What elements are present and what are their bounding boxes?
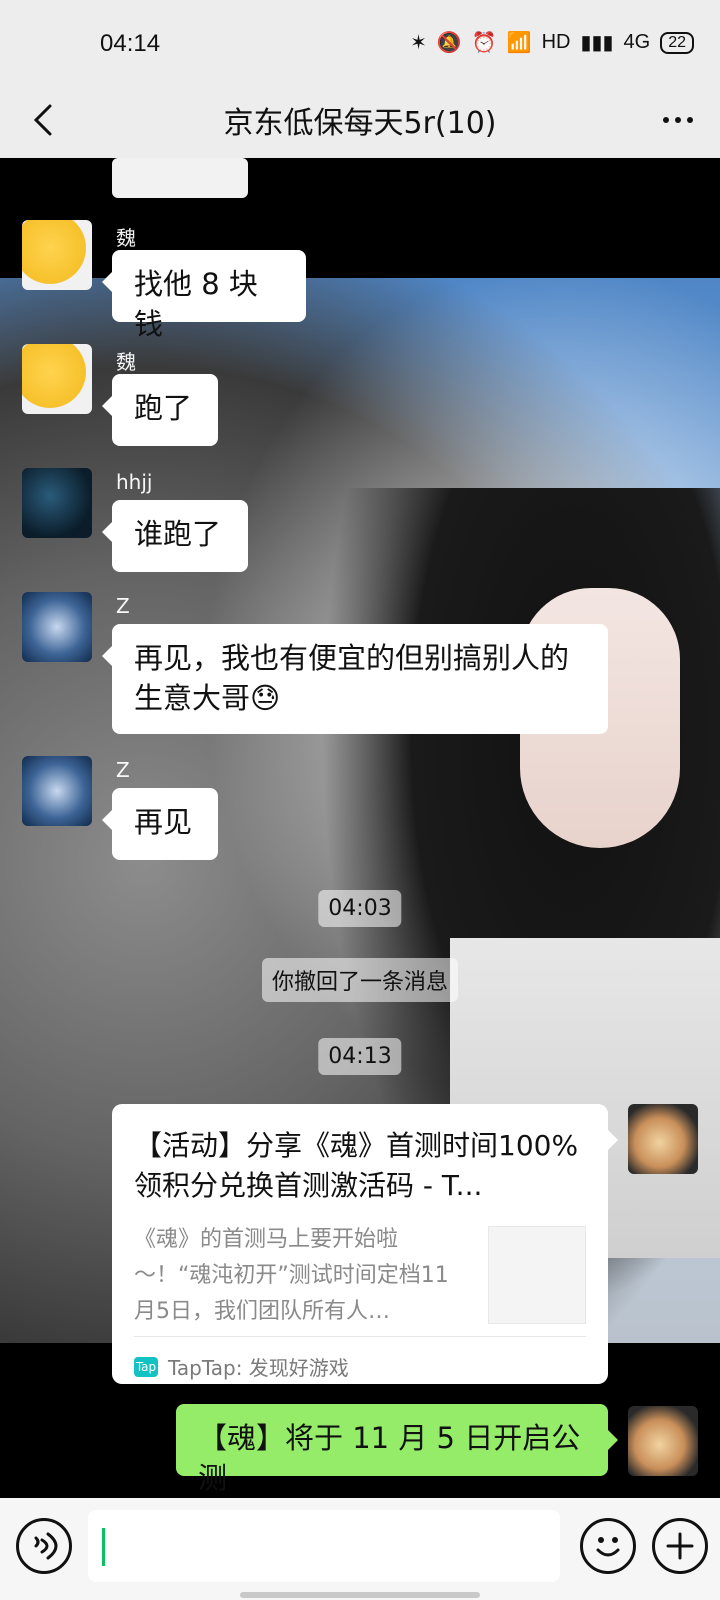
timestamp-chip: 04:03 <box>318 890 402 927</box>
status-bar: 04:14 ✶ 🔕 ⏰ 📶 HD ▮▮▮ 4G 22 <box>0 0 720 80</box>
alarm-icon: ⏰ <box>471 32 497 54</box>
message-bubble[interactable]: 【魂】将于 11 月 5 日开启公测 <box>176 1404 618 1495</box>
bluetooth-icon: ✶ <box>410 32 427 54</box>
share-card-thumbnail <box>488 1226 586 1324</box>
voice-button[interactable] <box>16 1518 72 1574</box>
plus-button[interactable] <box>652 1518 708 1574</box>
4g-icon: 4G <box>623 31 651 53</box>
plus-icon <box>666 1532 694 1560</box>
avatar[interactable] <box>22 592 92 662</box>
share-card-separator <box>134 1336 586 1337</box>
message-bubble[interactable]: 再见，我也有便宜的但别搞别人的生意大哥😓 <box>102 624 608 734</box>
taptap-logo-icon: Tap <box>134 1356 158 1377</box>
share-card-description: 《魂》的首测马上要开始啦～！“魂沌初开”测试时间定档11月5日，我们团队所有人… <box>134 1227 449 1324</box>
sender-name: 魏 <box>116 350 136 374</box>
timestamp-chip: 04:13 <box>318 1038 402 1075</box>
home-indicator <box>240 1592 480 1598</box>
emoji-button[interactable] <box>580 1518 636 1574</box>
voice-icon <box>34 1532 58 1560</box>
message-bubble[interactable]: 再见 <box>102 788 218 860</box>
avatar[interactable] <box>22 468 92 538</box>
chat-header: 京东低保每天5r(10) <box>0 80 720 158</box>
sender-name: Z <box>116 594 130 618</box>
battery-icon: 22 <box>660 31 694 54</box>
sender-name: hhjj <box>116 470 153 494</box>
status-time: 04:14 <box>100 30 161 57</box>
signal-icon: ▮▮▮ <box>580 32 614 54</box>
recall-notice: 你撤回了一条消息 <box>261 958 459 1002</box>
share-card-title: 【活动】分享《魂》首测时间100%领积分兑换首测激活码 - T... <box>134 1129 579 1202</box>
wifi-icon: 📶 <box>506 32 532 54</box>
hd-icon: HD <box>541 31 571 53</box>
avatar[interactable] <box>628 1104 698 1174</box>
message-input[interactable] <box>88 1510 560 1582</box>
share-card[interactable]: 【活动】分享《魂》首测时间100%领积分兑换首测激活码 - T... 《魂》的首… <box>112 1104 618 1384</box>
status-icons: ✶ 🔕 ⏰ 📶 HD ▮▮▮ 4G 22 <box>410 30 694 55</box>
avatar[interactable] <box>628 1406 698 1476</box>
message-bubble[interactable]: 谁跑了 <box>102 500 248 572</box>
share-card-source: Tap TapTap: 发现好游戏 <box>134 1352 349 1381</box>
text-cursor <box>102 1528 105 1566</box>
avatar[interactable] <box>22 344 92 414</box>
sender-name: Z <box>116 758 130 782</box>
mute-icon: 🔕 <box>436 32 462 54</box>
more-icon[interactable] <box>658 100 698 140</box>
emoji-icon <box>596 1537 620 1557</box>
avatar[interactable] <box>22 756 92 826</box>
sender-name: 魏 <box>116 226 136 250</box>
chat-title: 京东低保每天5r(10) <box>223 106 497 141</box>
share-card-source-label: TapTap: 发现好游戏 <box>168 1356 349 1380</box>
message-bubble[interactable]: 跑了 <box>102 374 218 446</box>
message-bubble[interactable]: 找他 8 块钱 <box>102 250 306 341</box>
shared-image-thumbnail[interactable] <box>112 158 248 198</box>
input-bar <box>0 1498 720 1600</box>
avatar[interactable] <box>22 220 92 290</box>
